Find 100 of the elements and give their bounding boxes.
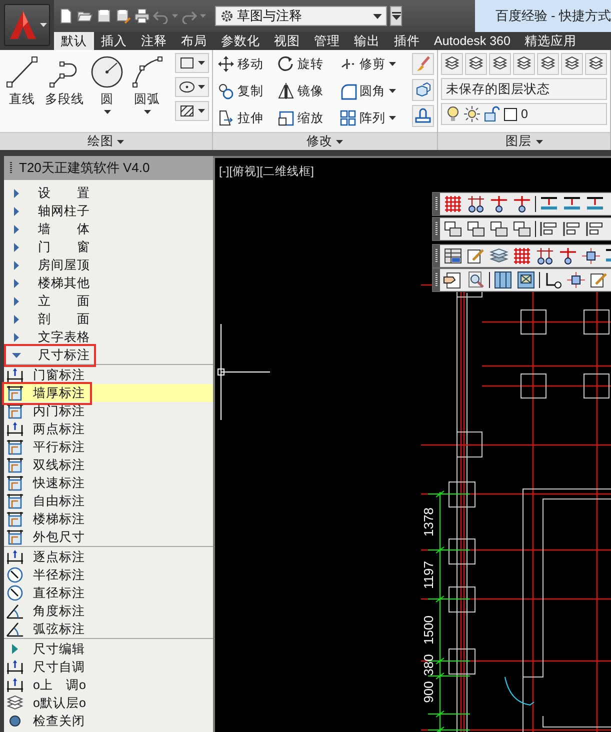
command-item[interactable]: 角度标注 (4, 602, 213, 620)
ribbon-tool-button[interactable]: 圆角 (338, 80, 408, 102)
layer-dropdown[interactable]: 0 (441, 103, 607, 125)
ribbon-tab[interactable]: 插件 (387, 32, 427, 50)
axis-icon[interactable] (489, 195, 509, 213)
command-item[interactable]: 门窗标注 (4, 366, 213, 384)
grip-icon[interactable] (433, 245, 440, 267)
grip-icon[interactable] (433, 193, 440, 215)
axis-icon[interactable] (512, 195, 532, 213)
command-item[interactable]: 双线标注 (4, 456, 213, 474)
command-item[interactable]: 尺寸编辑 (4, 640, 213, 658)
command-item[interactable]: 快速标注 (4, 474, 213, 492)
command-item[interactable]: 直径标注 (4, 584, 213, 602)
ribbon-tool-button[interactable]: 拉伸 (216, 107, 276, 129)
axis-icon[interactable] (466, 195, 486, 213)
command-item[interactable]: 楼梯标注 (4, 510, 213, 528)
workspace-dropdown[interactable]: 草图与注释 (215, 6, 387, 26)
layer-tool-button[interactable] (441, 53, 463, 75)
panel-title[interactable]: 绘图 (0, 132, 212, 150)
ribbon-tool-button[interactable]: 旋转 (276, 53, 338, 75)
rectangles-icon[interactable] (512, 220, 532, 238)
rectangles-icon[interactable] (466, 220, 486, 238)
layer-tool-button[interactable] (489, 53, 511, 75)
layer-tool-button[interactable] (513, 53, 535, 75)
command-item[interactable]: 半径标注 (4, 566, 213, 584)
properties-button[interactable] (412, 79, 434, 101)
ribbon-tool-button[interactable]: 镜像 (276, 80, 338, 102)
ribbon-tab[interactable]: 插入 (94, 32, 134, 50)
command-item[interactable]: o默认层o (4, 694, 213, 712)
ribbon-tool-button[interactable]: 圆弧 (128, 53, 166, 129)
pencil-icon[interactable] (589, 271, 609, 289)
category-item[interactable]: 立 面 (4, 292, 213, 310)
align-icon[interactable] (585, 220, 605, 238)
application-menu-button[interactable] (4, 4, 50, 46)
grip-icon[interactable] (433, 269, 440, 291)
layer-tool-button[interactable] (537, 53, 559, 75)
axis-icon[interactable] (535, 247, 555, 265)
grip-icon[interactable] (10, 162, 13, 174)
align-icon[interactable] (562, 220, 582, 238)
ribbon-tool-button[interactable]: 缩放 (276, 107, 338, 129)
document-icon[interactable] (443, 271, 463, 289)
ribbon-tab[interactable]: 视图 (267, 32, 307, 50)
rectangles-icon[interactable] (443, 220, 463, 238)
ribbon-tool-button[interactable]: 移动 (216, 53, 276, 75)
ribbon-tool-button[interactable]: 直线 (3, 53, 41, 129)
ribbon-tool-button[interactable]: 多段线 (43, 53, 86, 129)
ellipse-tool-button[interactable] (174, 77, 209, 97)
category-item[interactable]: 轴网柱子 (4, 202, 213, 220)
ribbon-tab[interactable]: 注释 (134, 32, 174, 50)
command-item[interactable]: o上 调o (4, 676, 213, 694)
command-item[interactable]: 检查关闭 (4, 712, 213, 730)
layer-tool-button[interactable] (585, 53, 607, 75)
viewport-label[interactable]: [-][俯视][二维线框] (219, 164, 314, 179)
command-item[interactable]: 两点标注 (4, 420, 213, 438)
align-icon[interactable] (539, 220, 559, 238)
command-item[interactable]: 逐点标注 (4, 548, 213, 566)
column-icon[interactable] (566, 271, 586, 289)
ribbon-tab[interactable]: Autodesk 360 (427, 32, 518, 50)
category-item[interactable]: 门 窗 (4, 238, 213, 256)
command-item[interactable]: 墙厚标注 (4, 384, 213, 402)
category-item[interactable]: 房间屋顶 (4, 256, 213, 274)
save-as-icon[interactable] (115, 8, 131, 24)
match-properties-button[interactable] (412, 53, 434, 75)
command-item[interactable]: 自由标注 (4, 492, 213, 510)
ribbon-tool-button[interactable]: 圆 (88, 53, 126, 129)
command-item[interactable]: 内门标注 (4, 402, 213, 420)
grid-icon[interactable] (443, 195, 463, 213)
save-icon[interactable] (96, 8, 112, 24)
pencil-icon[interactable] (466, 247, 486, 265)
search-icon[interactable] (466, 271, 486, 289)
category-item[interactable]: 墙 体 (4, 220, 213, 238)
layer-tool-button[interactable] (465, 53, 487, 75)
panel-icon[interactable] (493, 271, 513, 289)
rectangles-icon[interactable] (489, 220, 509, 238)
layers-icon[interactable] (489, 247, 509, 265)
ribbon-tab[interactable]: 输出 (347, 32, 387, 50)
command-item[interactable]: 尺寸自调 (4, 658, 213, 676)
drawing-canvas[interactable]: [-][俯视][二维线框] 1378 1197 1500 380 900 (215, 156, 611, 732)
ribbon-tool-button[interactable]: 修剪 (338, 53, 408, 75)
panel-title[interactable]: 修改 (212, 132, 437, 150)
grid-icon[interactable] (512, 247, 532, 265)
new-file-icon[interactable] (58, 8, 74, 24)
category-item[interactable]: 尺寸标注 (4, 346, 213, 364)
category-item[interactable]: 文字表格 (4, 328, 213, 346)
ribbon-tool-button[interactable]: 阵列 (338, 107, 408, 129)
ribbon-tab[interactable]: 精选应用 (517, 32, 584, 50)
category-item[interactable]: 楼梯其他 (4, 274, 213, 292)
command-item[interactable]: 弧弦标注 (4, 620, 213, 638)
grip-icon[interactable] (433, 218, 440, 240)
command-item[interactable]: 平行标注 (4, 438, 213, 456)
customize-button[interactable] (390, 6, 402, 26)
ribbon-tab[interactable]: 参数化 (214, 32, 267, 50)
column-icon[interactable] (581, 247, 601, 265)
print-icon[interactable] (134, 8, 150, 24)
command-item[interactable]: 外包尺寸 (4, 528, 213, 546)
ribbon-tab[interactable]: 默认 (54, 32, 94, 50)
panel-title[interactable]: 图层 (438, 132, 610, 150)
box-icon[interactable] (516, 271, 536, 289)
rectangle-tool-button[interactable] (174, 53, 209, 73)
category-item[interactable]: 设 置 (4, 184, 213, 202)
